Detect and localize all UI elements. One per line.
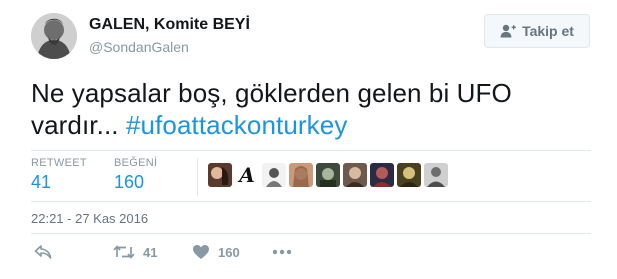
- follow-button[interactable]: Takip et: [484, 14, 590, 48]
- liker-avatar[interactable]: [343, 163, 367, 187]
- liker-avatar[interactable]: A: [235, 163, 259, 187]
- retweet-count: 41: [143, 244, 158, 260]
- liker-avatar[interactable]: [397, 163, 421, 187]
- like-button[interactable]: 160: [192, 244, 240, 260]
- more-button[interactable]: [272, 244, 292, 260]
- more-dots-icon: [272, 249, 292, 255]
- svg-text:A: A: [237, 163, 255, 187]
- liker-avatar[interactable]: [208, 163, 232, 187]
- retweet-stat-label: RETWEET: [31, 157, 87, 169]
- retweet-stat-value: 41: [31, 172, 52, 192]
- tweet-text: Ne yapsalar boş, göklerden gelen bi UFO …: [31, 77, 591, 141]
- reply-button[interactable]: [34, 244, 52, 260]
- divider: [31, 233, 591, 234]
- liker-avatar[interactable]: [370, 163, 394, 187]
- reply-icon: [34, 245, 52, 259]
- like-stat-value: 160: [114, 172, 145, 192]
- heart-icon: [193, 245, 209, 259]
- like-stat[interactable]: BEĞENİ 160: [114, 157, 157, 193]
- like-stat-label: BEĞENİ: [114, 157, 158, 169]
- follow-button-label: Takip et: [522, 23, 574, 39]
- add-user-icon: [500, 24, 516, 38]
- like-count: 160: [218, 244, 240, 260]
- divider: [31, 150, 591, 151]
- liker-avatar[interactable]: [289, 163, 313, 187]
- liker-avatar[interactable]: [316, 163, 340, 187]
- avatar[interactable]: [31, 13, 77, 59]
- tweet-timestamp[interactable]: 22:21 - 27 Kas 2016: [31, 211, 148, 226]
- portrait-engraving-avatar-icon: [31, 13, 77, 59]
- user-display-name[interactable]: GALEN, Komite BEYİ: [89, 16, 250, 34]
- retweet-icon: [113, 245, 135, 259]
- retweet-button[interactable]: 41: [113, 244, 157, 260]
- user-handle[interactable]: @SondanGalen: [89, 39, 189, 55]
- liker-avatar[interactable]: [424, 163, 448, 187]
- liker-avatars: A: [208, 163, 448, 187]
- retweet-stat[interactable]: RETWEET 41: [31, 157, 87, 193]
- liker-avatar[interactable]: [262, 163, 286, 187]
- stats-separator: [197, 158, 198, 196]
- hashtag-link[interactable]: #ufoattackonturkey: [126, 110, 348, 140]
- divider: [31, 201, 591, 202]
